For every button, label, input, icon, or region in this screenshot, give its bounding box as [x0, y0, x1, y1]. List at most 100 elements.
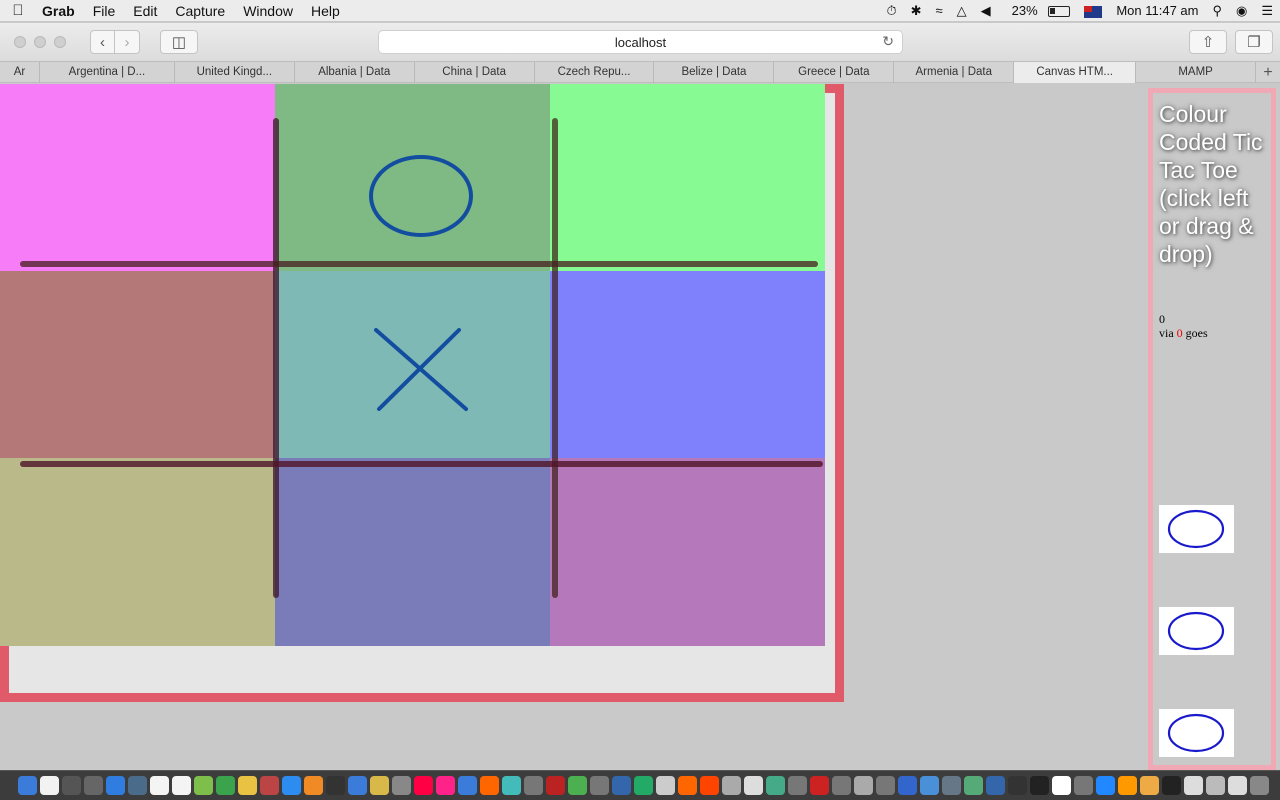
dock-app-icon[interactable]: [1074, 776, 1093, 795]
browser-tab[interactable]: United Kingd...: [175, 62, 295, 83]
browser-tab[interactable]: Argentina | D...: [40, 62, 175, 83]
spotlight-search-icon[interactable]: ⚲: [1205, 0, 1229, 22]
dock-app-icon[interactable]: [106, 776, 125, 795]
dock-app-icon[interactable]: [458, 776, 477, 795]
browser-tab[interactable]: Albania | Data: [295, 62, 415, 83]
browser-tab[interactable]: MAMP: [1136, 62, 1257, 83]
new-tab-button[interactable]: +: [1256, 62, 1280, 82]
dock-app-icon[interactable]: [1118, 776, 1137, 795]
dock-app-icon[interactable]: [348, 776, 367, 795]
clock[interactable]: Mon 11:47 am: [1109, 0, 1205, 22]
time-machine-icon[interactable]: ⏱: [879, 0, 903, 22]
dock-app-icon[interactable]: [392, 776, 411, 795]
dock-app-icon[interactable]: [414, 776, 433, 795]
browser-tab[interactable]: Armenia | Data: [894, 62, 1015, 83]
tic-tac-toe-board[interactable]: [0, 84, 825, 646]
dock-app-icon[interactable]: [1228, 776, 1247, 795]
board-cell[interactable]: [275, 84, 550, 271]
dock-app-icon[interactable]: [194, 776, 213, 795]
show-all-tabs-icon[interactable]: ❐: [1235, 30, 1273, 54]
bluetooth-icon[interactable]: ✱: [904, 0, 929, 22]
menu-file[interactable]: File: [84, 0, 125, 22]
dock-app-icon[interactable]: [876, 776, 895, 795]
board-cell[interactable]: [275, 458, 550, 646]
menu-help[interactable]: Help: [302, 0, 349, 22]
dock-app-icon[interactable]: [502, 776, 521, 795]
dock-app-icon[interactable]: [62, 776, 81, 795]
dock-app-icon[interactable]: [546, 776, 565, 795]
apple-icon[interactable]: : [0, 2, 36, 19]
dock-app-icon[interactable]: [766, 776, 785, 795]
minimize-window-button[interactable]: [34, 36, 46, 48]
dock-app-icon[interactable]: [678, 776, 697, 795]
draggable-o-piece[interactable]: [1159, 505, 1234, 553]
browser-tab[interactable]: Belize | Data: [654, 62, 775, 83]
browser-tab[interactable]: Ar: [0, 62, 40, 83]
dock-app-icon[interactable]: [1096, 776, 1115, 795]
board-cell[interactable]: [550, 458, 825, 646]
dock-app-icon[interactable]: [942, 776, 961, 795]
input-source-flag-icon[interactable]: [1077, 0, 1109, 22]
dock-app-icon[interactable]: [920, 776, 939, 795]
draggable-o-piece[interactable]: [1159, 709, 1234, 757]
dock-app-icon[interactable]: [1008, 776, 1027, 795]
board-cell[interactable]: [0, 84, 275, 271]
board-cell[interactable]: [550, 84, 825, 271]
dock-app-icon[interactable]: [128, 776, 147, 795]
dock-app-icon[interactable]: [216, 776, 235, 795]
volume-icon[interactable]: ◀: [974, 0, 998, 22]
dock-app-icon[interactable]: [326, 776, 345, 795]
dock-app-icon[interactable]: [656, 776, 675, 795]
notification-center-icon[interactable]: ☰: [1254, 0, 1280, 22]
airplay-icon[interactable]: △: [950, 0, 974, 22]
dock-app-icon[interactable]: [568, 776, 587, 795]
dock-app-icon[interactable]: [238, 776, 257, 795]
dock-app-icon[interactable]: [40, 776, 59, 795]
draggable-o-piece[interactable]: [1159, 607, 1234, 655]
board-cell[interactable]: [0, 458, 275, 646]
menu-app-name[interactable]: Grab: [36, 0, 84, 22]
share-icon[interactable]: ⇧: [1189, 30, 1227, 54]
browser-tab[interactable]: Greece | Data: [774, 62, 895, 83]
dock-app-icon[interactable]: [370, 776, 389, 795]
dock-app-icon[interactable]: [150, 776, 169, 795]
menu-window[interactable]: Window: [234, 0, 302, 22]
board-cell[interactable]: [275, 271, 550, 458]
board-cell[interactable]: [550, 271, 825, 458]
dock-app-icon[interactable]: [1184, 776, 1203, 795]
dock-app-icon[interactable]: [634, 776, 653, 795]
address-bar[interactable]: localhost ↻: [378, 30, 903, 54]
dock-app-icon[interactable]: [1030, 776, 1049, 795]
dock-app-icon[interactable]: [304, 776, 323, 795]
dock-app-icon[interactable]: [282, 776, 301, 795]
sidebar-toggle-icon[interactable]: ◫: [160, 30, 198, 54]
dock-app-icon[interactable]: [1250, 776, 1269, 795]
dock-app-icon[interactable]: [1140, 776, 1159, 795]
wifi-icon[interactable]: ≈: [929, 0, 950, 22]
zoom-window-button[interactable]: [54, 36, 66, 48]
dock-app-icon[interactable]: [436, 776, 455, 795]
dock-app-icon[interactable]: [1162, 776, 1181, 795]
browser-tab[interactable]: Czech Repu...: [535, 62, 655, 83]
dock-app-icon[interactable]: [1206, 776, 1225, 795]
menu-edit[interactable]: Edit: [124, 0, 166, 22]
dock-app-icon[interactable]: [1052, 776, 1071, 795]
dock-app-icon[interactable]: [854, 776, 873, 795]
reload-icon[interactable]: ↻: [882, 33, 894, 50]
dock-app-icon[interactable]: [964, 776, 983, 795]
board-cell[interactable]: [0, 271, 275, 458]
menu-capture[interactable]: Capture: [166, 0, 234, 22]
dock-app-icon[interactable]: [612, 776, 631, 795]
dock-app-icon[interactable]: [84, 776, 103, 795]
dock-app-icon[interactable]: [722, 776, 741, 795]
dock-app-icon[interactable]: [810, 776, 829, 795]
dock-app-icon[interactable]: [700, 776, 719, 795]
dock-app-icon[interactable]: [18, 776, 37, 795]
back-button[interactable]: ‹: [90, 30, 115, 54]
dock-app-icon[interactable]: [898, 776, 917, 795]
dock-app-icon[interactable]: [172, 776, 191, 795]
battery-status[interactable]: 23%: [998, 0, 1078, 22]
close-window-button[interactable]: [14, 36, 26, 48]
browser-tab[interactable]: Canvas HTM...: [1014, 62, 1137, 83]
forward-button[interactable]: ›: [115, 30, 140, 54]
